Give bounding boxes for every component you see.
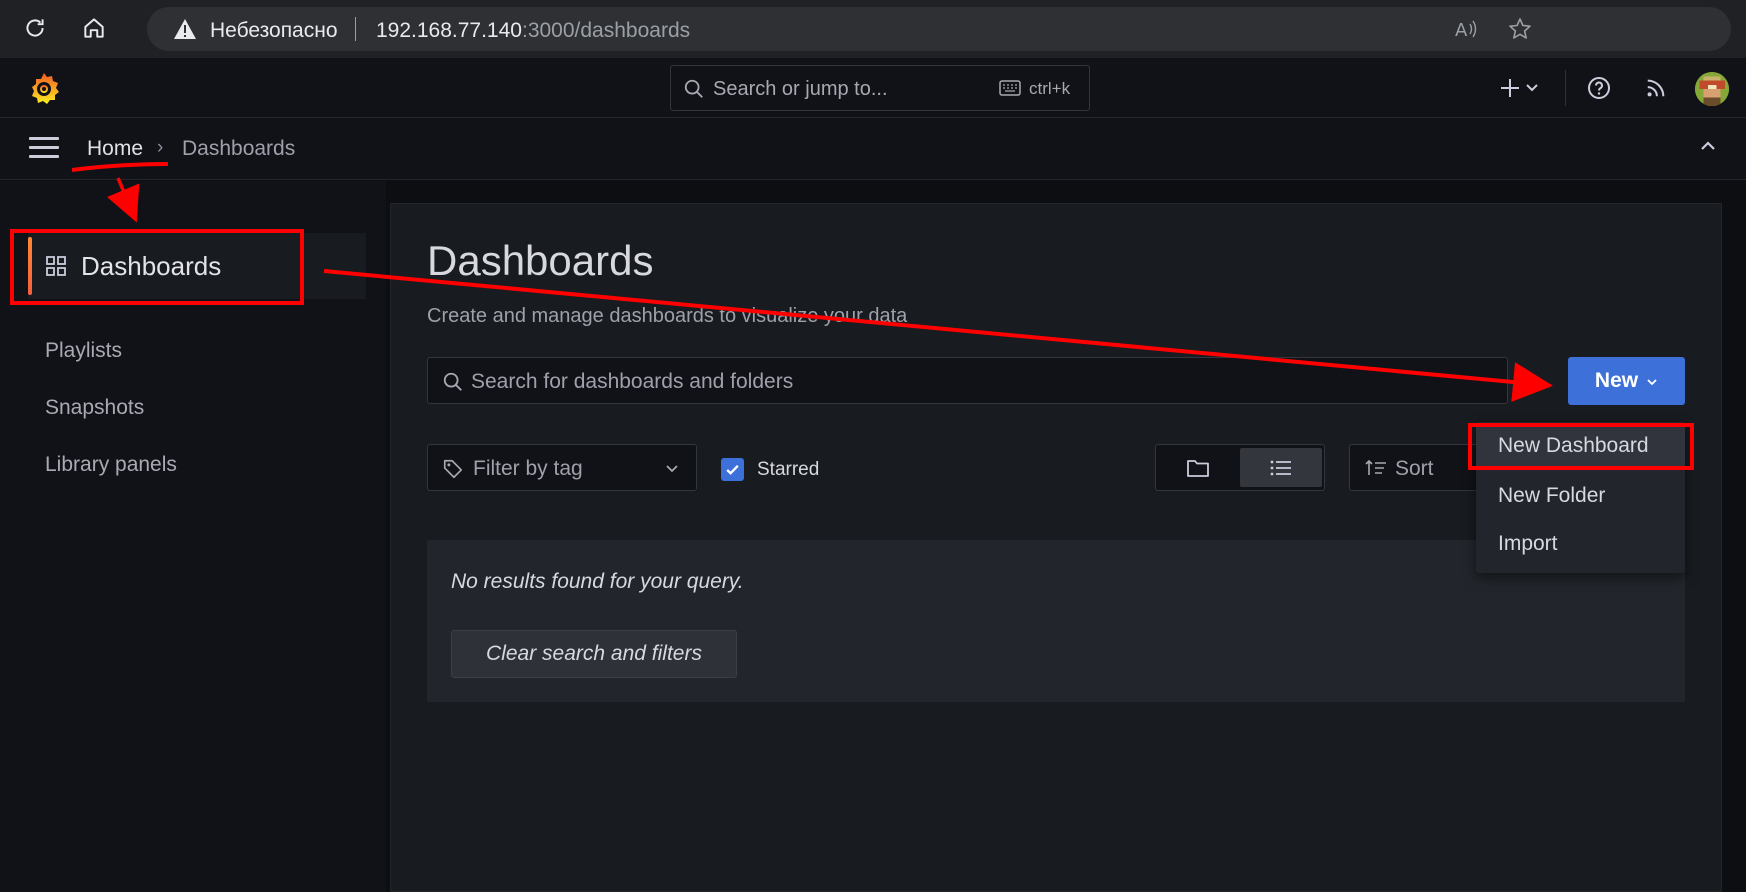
list-view-button[interactable] [1240, 448, 1322, 487]
home-icon[interactable] [76, 10, 112, 46]
sidebar-item-playlists[interactable]: Playlists [45, 339, 122, 363]
starred-label[interactable]: Starred [757, 459, 819, 481]
breadcrumb-bar: Home › Dashboards [0, 118, 1746, 180]
active-indicator [28, 237, 32, 295]
help-icon[interactable] [1583, 72, 1615, 104]
tag-icon [442, 458, 464, 485]
menu-item-import[interactable]: Import [1476, 522, 1685, 566]
url-text[interactable]: 192.168.77.140:3000/dashboards [376, 19, 690, 43]
tag-filter-select[interactable]: Filter by tag [427, 444, 697, 491]
view-mode-toggle [1155, 444, 1325, 491]
breadcrumb-home[interactable]: Home [87, 137, 143, 161]
new-button[interactable]: New [1568, 357, 1685, 405]
url-host: 192.168.77.140 [376, 19, 522, 42]
search-shortcut: ctrl+k [1029, 79, 1071, 98]
grafana-logo[interactable] [26, 70, 62, 111]
top-nav-bar: Search or jump to... ctrl+k [0, 58, 1746, 118]
page-subtitle: Create and manage dashboards to visualiz… [427, 305, 908, 327]
url-path: :3000/dashboards [521, 19, 691, 42]
chevron-down-icon [1646, 369, 1658, 393]
sort-icon [1365, 459, 1387, 482]
topbar-divider [1565, 70, 1566, 106]
sidebar-item-library-panels[interactable]: Library panels [45, 453, 177, 477]
address-separator [355, 17, 356, 41]
security-status[interactable]: Небезопасно [210, 19, 338, 43]
global-search-placeholder: Search or jump to... [713, 78, 888, 100]
search-icon [683, 78, 705, 105]
chevron-down-icon [664, 460, 680, 481]
collapse-chevron-icon[interactable] [1698, 136, 1718, 161]
folder-icon [1187, 459, 1209, 477]
read-aloud-icon[interactable]: A [1453, 16, 1479, 42]
sort-label: Sort [1395, 457, 1434, 480]
clear-filters-button[interactable]: Clear search and filters [451, 630, 737, 678]
global-search[interactable]: Search or jump to... ctrl+k [670, 65, 1090, 111]
address-bar[interactable]: Небезопасно 192.168.77.140:3000/dashboar… [147, 7, 1731, 51]
favorite-star-icon[interactable] [1507, 16, 1533, 42]
reload-icon[interactable] [17, 10, 53, 46]
folder-view-button[interactable] [1159, 448, 1237, 487]
sort-select[interactable]: Sort [1349, 444, 1479, 491]
breadcrumb-separator: › [157, 137, 164, 158]
menu-item-new-folder[interactable]: New Folder [1476, 474, 1685, 518]
empty-results-message: No results found for your query. [451, 570, 744, 593]
new-dropdown-menu: New Dashboard New Folder Import [1476, 422, 1685, 573]
warning-icon [173, 18, 197, 45]
keyboard-icon [999, 80, 1021, 101]
browser-toolbar: Небезопасно 192.168.77.140:3000/dashboar… [0, 0, 1746, 58]
menu-toggle-icon[interactable] [29, 137, 61, 161]
breadcrumb-current: Dashboards [182, 137, 296, 160]
dashboard-search-input[interactable]: Search for dashboards and folders [427, 357, 1508, 404]
sidebar-item-snapshots[interactable]: Snapshots [45, 396, 144, 420]
apps-grid-icon [45, 255, 67, 282]
sidebar-item-dashboards[interactable]: Dashboards [28, 233, 366, 299]
user-avatar[interactable] [1695, 72, 1729, 106]
list-icon [1270, 460, 1291, 475]
menu-item-new-dashboard[interactable]: New Dashboard [1476, 424, 1685, 468]
svg-text:A: A [1455, 20, 1468, 40]
checkmark-icon [726, 464, 739, 475]
add-new-button[interactable] [1492, 72, 1548, 104]
page-title: Dashboards [427, 237, 654, 284]
new-button-label: New [1594, 369, 1639, 392]
search-icon [442, 371, 464, 398]
news-rss-icon[interactable] [1640, 72, 1672, 104]
starred-checkbox[interactable] [721, 458, 744, 481]
dashboard-search-placeholder: Search for dashboards and folders [471, 370, 794, 393]
tag-filter-placeholder: Filter by tag [473, 457, 583, 480]
sidebar-item-label: Dashboards [81, 251, 222, 281]
